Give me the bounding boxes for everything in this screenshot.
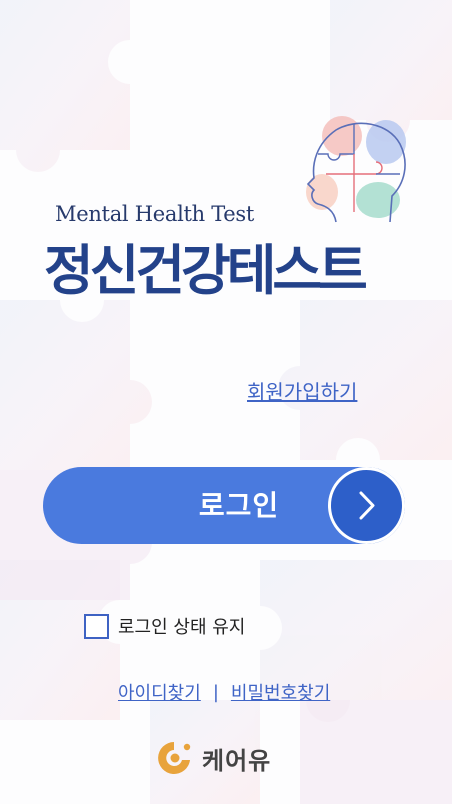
account-recovery-links: 아이디찾기 | 비밀번호찾기 xyxy=(118,679,330,705)
chevron-right-icon xyxy=(359,491,375,520)
brand-name: 케어유 xyxy=(202,746,272,775)
arrow-right-circle xyxy=(328,467,405,544)
remember-login-checkbox[interactable] xyxy=(84,613,109,639)
signup-link[interactable]: 회원가입하기 xyxy=(247,376,357,405)
find-id-link[interactable]: 아이디찾기 xyxy=(118,679,201,705)
link-separator: | xyxy=(212,681,219,703)
login-button[interactable]: 로그인 xyxy=(43,467,405,544)
app-subtitle: Mental Health Test xyxy=(55,202,255,226)
find-password-link[interactable]: 비밀번호찾기 xyxy=(231,679,330,705)
care-you-logo-icon xyxy=(158,742,191,774)
remember-login-option[interactable]: 로그인 상태 유지 xyxy=(84,613,245,639)
app-title: 정신건강테스트 xyxy=(44,239,368,302)
head-puzzle-illustration xyxy=(306,116,406,223)
brand-logo: 케어유 xyxy=(154,738,271,778)
remember-login-label: 로그인 상태 유지 xyxy=(118,617,246,638)
login-button-label: 로그인 xyxy=(198,489,280,522)
